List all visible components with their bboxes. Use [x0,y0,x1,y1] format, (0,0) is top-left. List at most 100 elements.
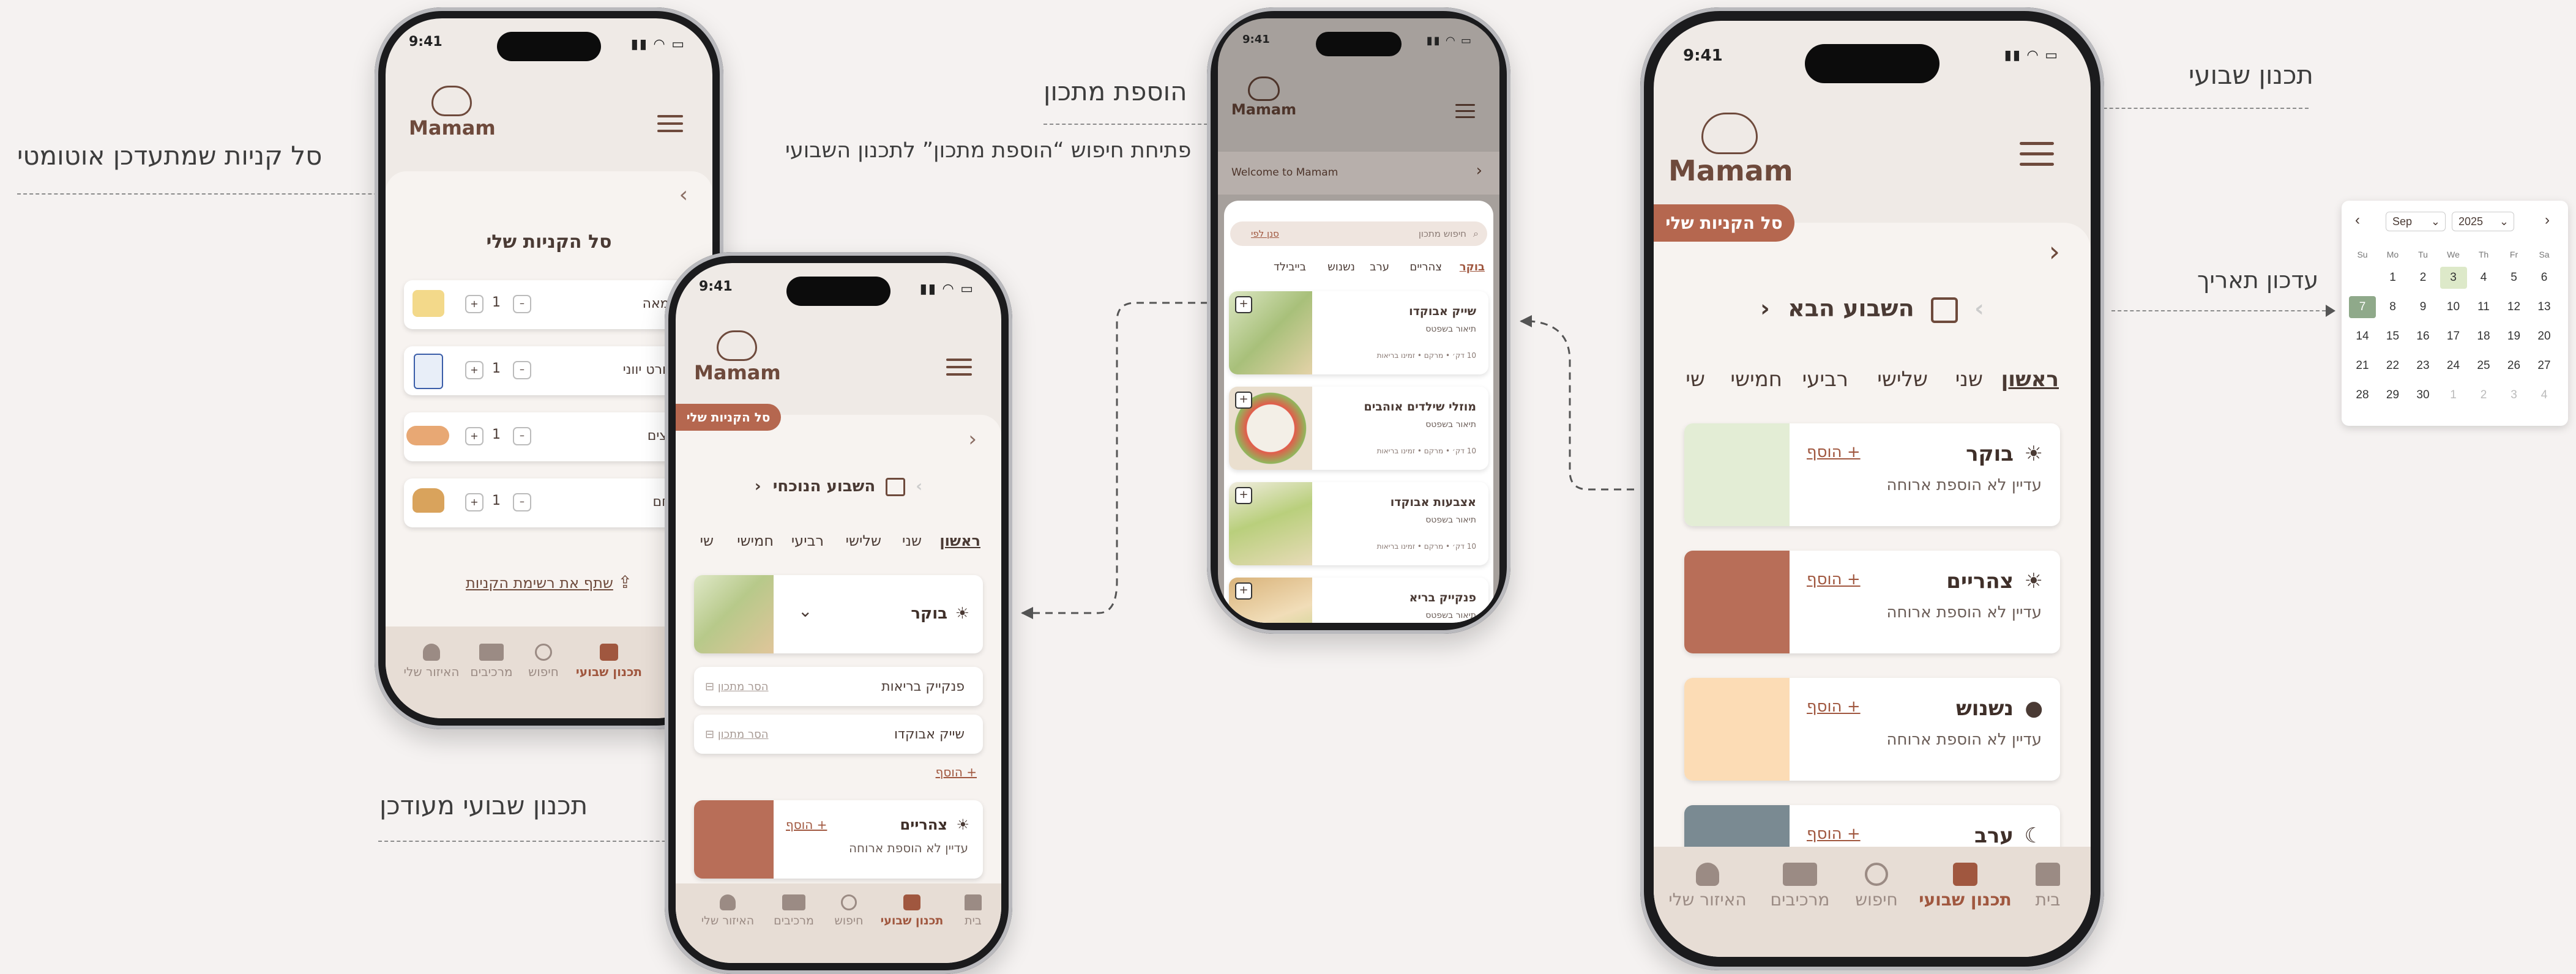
add-to-plan-button[interactable]: + [1235,296,1252,313]
calendar-day[interactable]: 28 [2349,384,2376,406]
cart-button[interactable]: סל הקניות שלי [676,404,781,431]
calendar-day[interactable]: 12 [2501,296,2528,318]
meal-tab-breakfast[interactable]: בוקר [1460,261,1485,273]
calendar-day[interactable]: 19 [2501,325,2528,348]
calendar-day[interactable]: 29 [2380,384,2406,406]
add-meal-link[interactable]: + הוסף [1807,697,1861,716]
calendar-day[interactable]: 22 [2380,355,2406,377]
calendar-day[interactable]: 13 [2531,296,2558,318]
next-week-icon[interactable]: ‹ [1760,295,1770,322]
day-tab-sunday[interactable]: ראשון [939,532,980,549]
year-select[interactable]: 2025 ⌄ [2452,212,2514,231]
day-tab-wednesday[interactable]: רביעי [1802,367,1848,392]
meal-card-breakfast[interactable]: ☀ בוקר ⌄ [694,575,983,653]
calendar-day[interactable]: 23 [2410,355,2436,377]
calendar-day[interactable]: 10 [2440,296,2467,318]
calendar-day[interactable]: 18 [2470,325,2497,348]
day-tab-sunday[interactable]: ראשון [2001,367,2059,392]
calendar-day[interactable]: 1 [2440,384,2467,406]
meal-card-breakfast[interactable]: ☀ בוקר עדיין לא הוספת ארוחה + הוסף [1684,423,2060,526]
add-meal-link[interactable]: + הוסף [786,817,827,832]
qty-minus-button[interactable]: – [513,427,531,445]
recipe-card[interactable]: + אצבעות אבוקדו תיאור בשפטס 10 דק׳ • מרק… [1229,482,1488,565]
add-meal-link[interactable]: + הוסף [1807,825,1861,843]
day-tab-tuesday[interactable]: שלישי [846,532,881,549]
tab-personal[interactable]: האיזור שלי [398,644,465,679]
tab-weekly-plan[interactable]: תכנון שבועי [875,894,949,928]
tab-personal[interactable]: האיזור שלי [1665,863,1750,910]
tab-search[interactable]: חיפוש [519,644,568,679]
calendar-day[interactable]: 24 [2440,355,2467,377]
next-month-icon[interactable]: › [2545,212,2550,229]
tab-home[interactable]: בית [955,894,991,928]
calendar-day[interactable]: 17 [2440,325,2467,348]
add-meal-link[interactable]: + הוסף [1807,570,1861,589]
recipe-card[interactable]: + שייק אבוקדו תיאור בשפטס 10 דק׳ • מרקם … [1229,291,1488,374]
calendar-day[interactable]: 2 [2410,267,2436,289]
add-to-plan-button[interactable]: + [1235,487,1252,504]
day-tab-thursday[interactable]: חמישי [737,532,774,549]
month-select[interactable]: Sep ⌄ [2386,212,2446,231]
tab-weekly-plan[interactable]: תכנון שבועי [569,644,649,679]
calendar-day[interactable]: 14 [2349,325,2376,348]
recipe-card[interactable]: + מוזלי שילדים אוהבים תיאור בשפטס 10 דק׳… [1229,387,1488,470]
menu-icon[interactable] [657,115,683,132]
add-recipe-link[interactable]: + הוסף [936,765,977,779]
menu-icon[interactable] [1455,104,1475,118]
cart-button[interactable]: סל הקניות שלי [1654,204,1794,242]
forward-chevron-icon[interactable]: › [1476,162,1482,180]
calendar-day[interactable]: 9 [2410,296,2436,318]
calendar-day[interactable]: 7 [2349,296,2376,318]
share-list-link[interactable]: ⇪ שתף את רשימת הקניות [386,572,712,592]
filter-button[interactable]: סנן לפי [1251,228,1279,239]
calendar-day[interactable]: 15 [2380,325,2406,348]
qty-plus-button[interactable]: + [465,361,483,379]
forward-chevron-icon[interactable]: › [968,427,977,452]
meal-tab-lunch[interactable]: צהריים [1409,261,1442,273]
calendar-day[interactable]: 16 [2410,325,2436,348]
calendar-day[interactable]: 6 [2531,267,2558,289]
remove-recipe-button[interactable]: הסר מתכון ⊟ [705,728,769,741]
meal-tab-babyled[interactable]: בייבילד [1274,261,1306,273]
meal-card-snack[interactable]: ● נשנוש עדיין לא הוספת ארוחה + הוסף [1684,678,2060,781]
menu-icon[interactable] [2020,142,2054,166]
add-to-plan-button[interactable]: + [1235,392,1252,409]
menu-icon[interactable] [946,359,972,376]
day-tab-thursday[interactable]: חמישי [1730,367,1782,392]
qty-plus-button[interactable]: + [465,295,483,313]
calendar-day[interactable]: 3 [2501,384,2528,406]
expand-chevron-icon[interactable]: ⌄ [798,601,812,621]
qty-plus-button[interactable]: + [465,493,483,511]
tab-ingredients[interactable]: מרכיבים [766,894,821,928]
day-tab-friday[interactable]: שי [1686,367,1705,392]
meal-card-lunch[interactable]: ☀ צהריים עדיין לא הוספת ארוחה + הוסף [694,800,983,879]
add-to-plan-button[interactable]: + [1235,582,1252,600]
next-week-icon[interactable]: ‹ [755,477,761,496]
meal-tab-snack[interactable]: נשנוש [1327,261,1355,273]
prev-week-icon[interactable]: › [1974,295,1984,322]
remove-recipe-button[interactable]: הסר מתכון ⊟ [705,680,769,693]
qty-minus-button[interactable]: – [513,295,531,313]
calendar-day[interactable]: 3 [2440,267,2467,289]
forward-chevron-icon[interactable]: › [2049,235,2060,268]
calendar-day[interactable]: 30 [2410,384,2436,406]
qty-minus-button[interactable]: – [513,361,531,379]
tab-home[interactable]: בית [2023,863,2072,910]
day-tab-friday[interactable]: שי [700,532,714,549]
calendar-day[interactable]: 27 [2531,355,2558,377]
tab-ingredients[interactable]: מרכיבים [1760,863,1840,910]
add-meal-link[interactable]: + הוסף [1807,443,1861,461]
calendar-day[interactable]: 26 [2501,355,2528,377]
calendar-day[interactable]: 21 [2349,355,2376,377]
qty-minus-button[interactable]: – [513,493,531,511]
tab-personal[interactable]: האיזור שלי [694,894,761,928]
prev-month-icon[interactable]: ‹ [2355,212,2360,229]
tab-search[interactable]: חיפוש [827,894,870,928]
tab-search[interactable]: חיפוש [1846,863,1907,910]
back-chevron-icon[interactable]: ‹ [679,182,688,207]
calendar-day[interactable]: 4 [2531,384,2558,406]
calendar-day[interactable]: 4 [2470,267,2497,289]
day-tab-monday[interactable]: שני [1955,367,1983,392]
meal-card-lunch[interactable]: ☀ צהריים עדיין לא הוספת ארוחה + הוסף [1684,551,2060,653]
day-tab-wednesday[interactable]: רביעי [791,532,824,549]
